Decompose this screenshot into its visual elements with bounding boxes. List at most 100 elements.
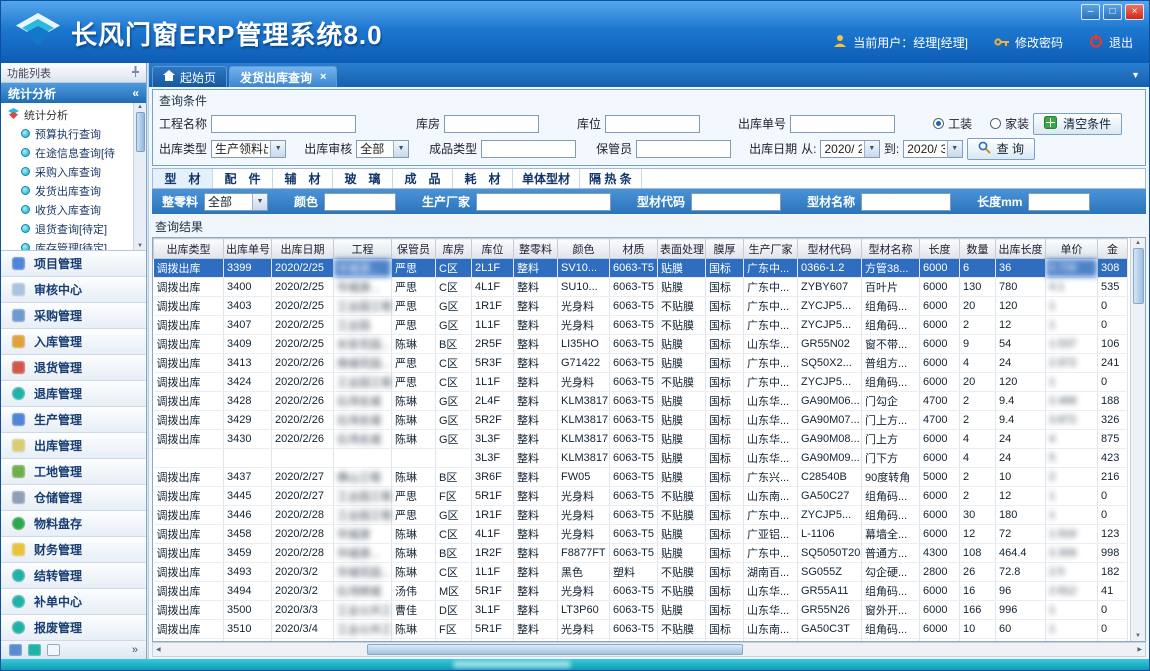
date-to-picker[interactable]: 2020/ 3/16 ▼: [903, 140, 962, 158]
table-row[interactable]: 调拨出库34932020/3/2华城花园...陈琳C区1L1F整料黑色塑料不贴膜…: [154, 563, 1128, 582]
sidebar-item-退库管理[interactable]: 退库管理: [1, 381, 146, 407]
sidebar-item-项目管理[interactable]: 项目管理: [1, 251, 146, 277]
toolbar-icon-1[interactable]: [9, 644, 22, 656]
keeper-input[interactable]: [636, 140, 731, 158]
collapse-icon[interactable]: «: [132, 86, 139, 100]
column-header[interactable]: 单价: [1046, 239, 1098, 259]
sidebar-item-工地管理[interactable]: 工地管理: [1, 459, 146, 485]
column-header[interactable]: 库房: [436, 239, 472, 259]
material-tab[interactable]: 成 品: [393, 169, 453, 188]
minimize-button[interactable]: –: [1081, 4, 1100, 20]
sidebar-item-物料盘存[interactable]: 物料盘存: [1, 511, 146, 537]
toolbar-icon-2[interactable]: [28, 644, 41, 656]
logout-link[interactable]: 退出: [1109, 34, 1133, 51]
tree-root[interactable]: 统计分析: [8, 106, 132, 124]
column-header[interactable]: 长度: [920, 239, 960, 259]
column-header[interactable]: 库位: [472, 239, 514, 259]
table-row[interactable]: 调拨出库34282020/2/26石湾名城陈琳G区2L4F整料KLM381760…: [154, 392, 1128, 411]
tree-item[interactable]: 库存管理[待定]: [8, 238, 132, 251]
column-header[interactable]: 生产厂家: [744, 239, 798, 259]
table-row[interactable]: 调拨出库34302020/2/26石湾名城陈琳G区3L3F整料KLM381760…: [154, 430, 1128, 449]
scroll-thumb[interactable]: [367, 644, 743, 655]
material-tab[interactable]: 单体型材: [513, 169, 580, 188]
column-header[interactable]: 出库日期: [272, 239, 334, 259]
change-password-link[interactable]: 修改密码: [1015, 34, 1063, 51]
tree-item[interactable]: 收货入库查询: [8, 200, 132, 219]
clear-conditions-button[interactable]: 清空条件: [1033, 113, 1122, 135]
column-header[interactable]: 出库长度: [996, 239, 1046, 259]
sidebar-item-退货管理[interactable]: 退货管理: [1, 355, 146, 381]
profile-code-input[interactable]: [691, 193, 781, 211]
vertical-scrollbar[interactable]: ▲ ▼: [1130, 238, 1145, 641]
column-header[interactable]: 整零料: [514, 239, 558, 259]
material-tab[interactable]: 玻 璃: [333, 169, 393, 188]
sidebar-item-审核中心[interactable]: 审核中心: [1, 277, 146, 303]
table-row[interactable]: 调拨出库34582020/2/28华城源陈琳C区4L1F整料光身料6063-T5…: [154, 525, 1128, 544]
sidebar-item-结转管理[interactable]: 结转管理: [1, 563, 146, 589]
table-row[interactable]: 调拨出库34132020/2/26南城花园...严思C区5R3F整料G71422…: [154, 354, 1128, 373]
tree-item[interactable]: 在途信息查询[待: [8, 143, 132, 162]
tree-item[interactable]: 采购入库查询: [8, 162, 132, 181]
color-input[interactable]: [324, 193, 396, 211]
manufacturer-input[interactable]: [476, 193, 611, 211]
material-tab[interactable]: 耗 材: [453, 169, 513, 188]
column-header[interactable]: 表面处理: [658, 239, 706, 259]
toolbar-icon-3[interactable]: [47, 644, 60, 656]
table-row[interactable]: 调拨出库33992020/2/25华城源...严思C区2L1F整料SV10...…: [154, 259, 1128, 278]
length-input[interactable]: [1028, 193, 1090, 211]
material-tab[interactable]: 型 材: [153, 169, 213, 188]
date-from-picker[interactable]: 2020/ 2/16 ▼: [820, 140, 879, 158]
tree-item[interactable]: 退货查询[待定]: [8, 219, 132, 238]
table-row[interactable]: 调拨出库34292020/2/26石湾名城陈琳G区5R2F整料KLM381760…: [154, 411, 1128, 430]
material-tab[interactable]: 辅 材: [273, 169, 333, 188]
table-row[interactable]: 调拨出库34032020/2/25工业园工程严思G区1R1F整料光身料6063-…: [154, 297, 1128, 316]
warehouse-input[interactable]: [444, 115, 539, 133]
tree-item[interactable]: 发货出库查询: [8, 181, 132, 200]
table-row[interactable]: 调拨出库34242020/2/26工业园工程严思C区1L1F整料光身料6063-…: [154, 373, 1128, 392]
scroll-right-icon[interactable]: ▶: [1137, 646, 1142, 653]
material-tab[interactable]: 配 件: [213, 169, 273, 188]
sidebar-item-仓储管理[interactable]: 仓储管理: [1, 485, 146, 511]
project-name-input[interactable]: [211, 115, 356, 133]
column-header[interactable]: 数量: [960, 239, 996, 259]
table-row[interactable]: 调拨出库34592020/2/28华城源...陈琳B区1R2F整料F8877FT…: [154, 544, 1128, 563]
sidebar-item-出库管理[interactable]: 出库管理: [1, 433, 146, 459]
material-tab[interactable]: 隔 热 条: [580, 169, 642, 188]
column-header[interactable]: 金: [1098, 239, 1128, 259]
scroll-thumb[interactable]: [1133, 248, 1144, 304]
table-row[interactable]: 调拨出库34002020/2/25华城源...严思C区4L1F整料SU10...…: [154, 278, 1128, 297]
column-header[interactable]: 工程: [334, 239, 392, 259]
sidebar-item-入库管理[interactable]: 入库管理: [1, 329, 146, 355]
maximize-button[interactable]: □: [1103, 4, 1122, 20]
table-row[interactable]: 调拨出库34372020/2/27佛山工程陈琳B区3R6F整料FW056063-…: [154, 468, 1128, 487]
table-row[interactable]: 调拨出库34462020/2/28工业园工程严思G区1R1F整料光身料6063-…: [154, 506, 1128, 525]
table-row[interactable]: 调拨出库35102020/3/4工业公共工程陈琳F区5R1F整料光身料6063-…: [154, 620, 1128, 639]
tree-scrollbar[interactable]: ▲ ▼: [133, 103, 146, 250]
profile-name-input[interactable]: [861, 193, 951, 211]
toolbar-more-icon[interactable]: »: [132, 644, 138, 656]
sidebar-item-补单中心[interactable]: 补单中心: [1, 589, 146, 615]
tree-item[interactable]: 预算执行查询: [8, 124, 132, 143]
column-header[interactable]: 膜厚: [706, 239, 744, 259]
sidebar-item-生产管理[interactable]: 生产管理: [1, 407, 146, 433]
scroll-up-icon[interactable]: ▲: [137, 104, 143, 110]
table-row[interactable]: 调拨出库35002020/3/3工业公共工程曹佳D区3L1F整料LT3P6060…: [154, 601, 1128, 620]
scroll-up-icon[interactable]: ▲: [1135, 240, 1141, 246]
scroll-down-icon[interactable]: ▼: [1135, 633, 1141, 639]
tab-list-dropdown-icon[interactable]: ▼: [1131, 70, 1140, 80]
scroll-thumb[interactable]: [136, 112, 145, 152]
zhengling-select[interactable]: 全部 ▼: [204, 193, 268, 211]
sidebar-item-报废管理[interactable]: 报废管理: [1, 615, 146, 641]
sidebar-item-采购管理[interactable]: 采购管理: [1, 303, 146, 329]
sidebar-item-财务管理[interactable]: 财务管理: [1, 537, 146, 563]
close-button[interactable]: ×: [1125, 4, 1144, 20]
scroll-left-icon[interactable]: ◀: [156, 646, 161, 653]
radio-jiazhuang[interactable]: [990, 118, 1001, 129]
table-row[interactable]: 调拨出库34452020/2/27工业园工程严思F区5R1F整料光身料6063-…: [154, 487, 1128, 506]
horizontal-scrollbar[interactable]: ◀ ▶: [152, 642, 1146, 657]
column-header[interactable]: 保管员: [392, 239, 436, 259]
out-type-select[interactable]: 生产领料出库 ▼: [211, 140, 286, 158]
table-row[interactable]: 调拨出库34092020/2/25长安花园...陈琳B区2R5F整料LI35HO…: [154, 335, 1128, 354]
column-header[interactable]: 颜色: [558, 239, 610, 259]
column-header[interactable]: 出库单号: [224, 239, 272, 259]
